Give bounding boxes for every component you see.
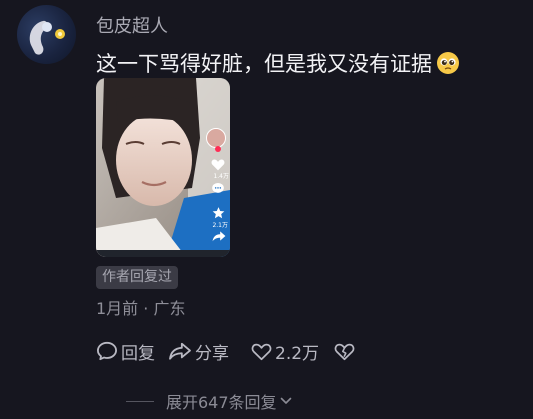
comment-body: 这一下骂得好脏，但是我又没有证据 (96, 52, 432, 76)
comment-text: 这一下骂得好脏，但是我又没有证据 (96, 48, 460, 78)
video-thumbnail[interactable]: 1.4万 2.1万 (96, 78, 230, 257)
meta-separator: · (138, 299, 154, 318)
chevron-down-icon (280, 397, 291, 404)
like-button[interactable]: 2.2万 (251, 339, 319, 364)
like-count: 2.2万 (275, 343, 320, 364)
reply-label: 回复 (121, 343, 155, 364)
expand-replies-button[interactable]: 展开647条回复 (126, 389, 292, 413)
video-heart-icon (211, 159, 225, 171)
divider-line (126, 400, 154, 402)
video-author-avatar (206, 128, 226, 148)
pleading-face-emoji (437, 52, 459, 74)
share-label: 分享 (195, 343, 229, 364)
heart-icon (251, 343, 272, 360)
comment-time: 1月前 (96, 299, 139, 318)
video-star-count: 2.1万 (212, 222, 228, 229)
video-comment-icon (212, 182, 224, 193)
comment-meta: 1月前 · 广东 (96, 295, 185, 319)
comment-actions: 回复 分享 2.2万 (96, 339, 355, 364)
comment-location: 广东 (153, 299, 186, 318)
share-button[interactable]: 分享 (168, 339, 229, 364)
share-icon (169, 342, 191, 360)
expand-replies-label: 展开647条回复 (166, 393, 277, 412)
avatar[interactable] (17, 5, 76, 64)
video-star-icon (212, 207, 225, 219)
comment-bubble-icon (97, 341, 117, 361)
author-replied-badge: 作者回复过 (96, 266, 178, 289)
video-share-icon (212, 231, 226, 242)
broken-heart-icon (334, 343, 355, 360)
avatar-image (29, 20, 65, 55)
reply-button[interactable]: 回复 (96, 339, 155, 364)
video-like-count: 1.4万 (213, 173, 229, 180)
comment-username[interactable]: 包皮超人 (96, 12, 168, 38)
follow-dot-icon (215, 146, 221, 152)
dislike-button[interactable] (334, 342, 355, 361)
